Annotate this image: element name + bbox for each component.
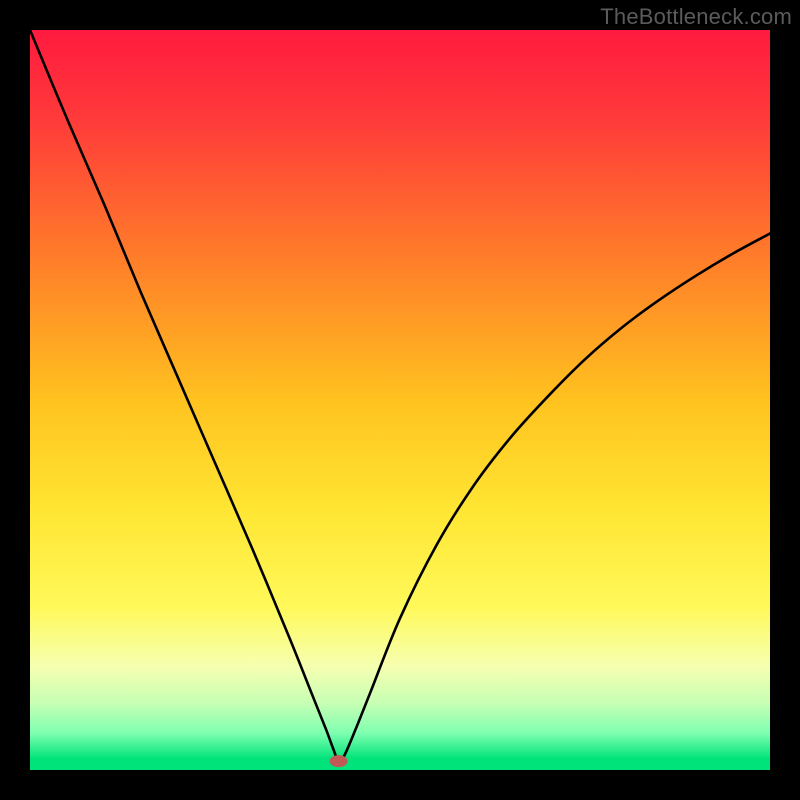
watermark-text: TheBottleneck.com: [600, 4, 792, 30]
plot-area: [30, 30, 770, 770]
chart-svg: [30, 30, 770, 770]
gradient-background: [30, 30, 770, 770]
outer-frame: TheBottleneck.com: [0, 0, 800, 800]
optimal-point-marker: [330, 755, 348, 767]
